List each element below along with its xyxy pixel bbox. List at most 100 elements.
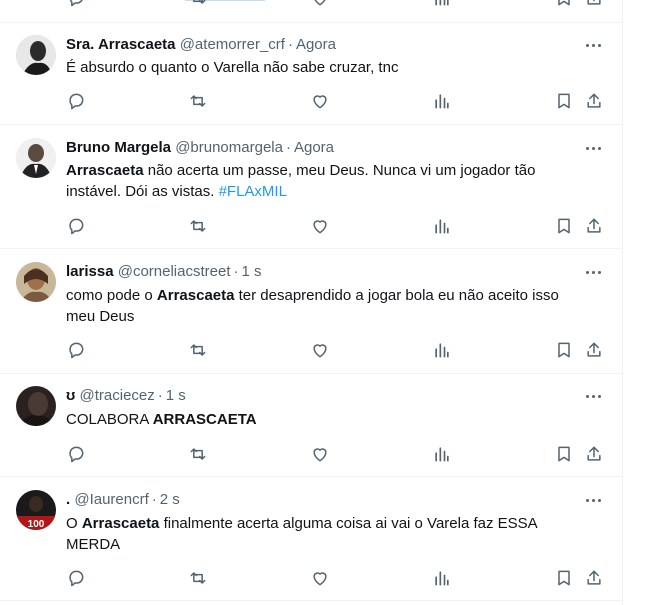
reply-button[interactable]	[66, 568, 86, 588]
separator-dot: ·	[157, 387, 163, 404]
bookmark-button[interactable]	[554, 0, 574, 8]
display-name[interactable]: larissa	[66, 263, 114, 280]
like-button[interactable]	[310, 340, 330, 360]
retweet-button[interactable]	[188, 444, 208, 464]
retweet-icon	[188, 340, 208, 360]
share-icon	[584, 91, 604, 111]
tweet-text: como pode o Arrascaeta ter desaprendido …	[66, 287, 559, 325]
reply-button[interactable]	[66, 216, 86, 236]
reply-button[interactable]	[66, 0, 86, 8]
tweet-header: larissa @corneliacstreet · 1 s	[66, 262, 262, 282]
bookmark-button[interactable]	[554, 340, 574, 360]
like-button[interactable]	[310, 444, 330, 464]
timestamp[interactable]: 1 s	[166, 387, 186, 404]
views-button[interactable]	[432, 568, 452, 588]
tweet[interactable]: larissa @corneliacstreet · 1 s como pode o…	[0, 249, 622, 374]
bookmark-icon	[554, 216, 574, 236]
retweet-button[interactable]	[188, 340, 208, 360]
tweet-actions	[66, 216, 606, 236]
views-button[interactable]	[432, 216, 452, 236]
like-button[interactable]	[310, 0, 330, 8]
timestamp[interactable]: Agora	[294, 139, 334, 156]
tweet-header: Sra. Arrascaeta @atemorrer_crf · Agora	[66, 35, 336, 55]
retweet-icon	[188, 568, 208, 588]
tweet-actions	[66, 91, 606, 111]
user-handle[interactable]: @Iaurencrf	[74, 491, 148, 508]
views-icon	[432, 91, 452, 111]
timestamp[interactable]: Agora	[296, 36, 336, 53]
retweet-button[interactable]	[188, 0, 208, 8]
timestamp[interactable]: 1 s	[242, 263, 262, 280]
tweet-text: Arrascaeta não acerta um passe, meu Deus…	[66, 162, 536, 200]
user-handle[interactable]: @traciecez	[80, 387, 155, 404]
bookmark-icon	[554, 340, 574, 360]
bookmark-button[interactable]	[554, 444, 574, 464]
reply-icon	[66, 91, 86, 111]
display-name[interactable]: .	[66, 491, 70, 508]
display-name[interactable]: Bruno Margela	[66, 139, 171, 156]
bookmark-button[interactable]	[554, 568, 574, 588]
reply-button[interactable]	[66, 444, 86, 464]
avatar-image: 100	[16, 490, 56, 530]
share-button[interactable]	[584, 91, 604, 111]
hashtag-link[interactable]: #FLAxMIL	[219, 183, 287, 200]
share-button[interactable]	[584, 568, 604, 588]
user-handle[interactable]: @brunomargela	[175, 139, 283, 156]
tweet[interactable]: ʊ @traciecez · 1 s COLABORA ARRASCAETA	[0, 374, 622, 477]
display-name[interactable]: ʊ	[66, 387, 75, 404]
like-button[interactable]	[310, 91, 330, 111]
timestamp[interactable]: 2 s	[160, 491, 180, 508]
share-button[interactable]	[584, 216, 604, 236]
share-button[interactable]	[584, 0, 604, 8]
like-icon	[310, 216, 330, 236]
more-options-button[interactable]	[584, 35, 604, 55]
retweet-button[interactable]	[188, 568, 208, 588]
tweet[interactable]: 100 . @Iaurencrf · 2 s O Arrascaeta finalm…	[0, 477, 622, 601]
avatar[interactable]	[16, 35, 56, 75]
views-button[interactable]	[432, 340, 452, 360]
like-icon	[310, 91, 330, 111]
user-handle[interactable]: @corneliacstreet	[118, 263, 231, 280]
views-button[interactable]	[432, 444, 452, 464]
retweet-button[interactable]	[188, 91, 208, 111]
retweet-button[interactable]	[188, 216, 208, 236]
more-options-button[interactable]	[584, 138, 604, 158]
separator-dot: ·	[285, 139, 291, 156]
avatar[interactable]	[16, 262, 56, 302]
avatar-image	[16, 35, 56, 75]
like-icon	[310, 0, 330, 8]
avatar[interactable]	[16, 386, 56, 426]
views-icon	[432, 444, 452, 464]
avatar[interactable]	[16, 138, 56, 178]
bookmark-button[interactable]	[554, 91, 574, 111]
reply-icon	[66, 0, 86, 8]
more-icon	[586, 147, 589, 150]
avatar-image	[16, 386, 56, 426]
more-options-button[interactable]	[584, 262, 604, 282]
bookmark-icon	[554, 91, 574, 111]
tweet-actions	[66, 568, 606, 588]
share-button[interactable]	[584, 444, 604, 464]
views-button[interactable]	[432, 91, 452, 111]
reply-button[interactable]	[66, 91, 86, 111]
more-options-button[interactable]	[584, 490, 604, 510]
tweet[interactable]: Bruno Margela @brunomargela · Agora Arrasc…	[0, 125, 622, 249]
user-handle[interactable]: @atemorrer_crf	[180, 36, 285, 53]
share-button[interactable]	[584, 340, 604, 360]
views-icon	[432, 0, 452, 8]
tweet[interactable]: Sra. Arrascaeta @atemorrer_crf · Agora É a…	[0, 23, 622, 125]
views-button[interactable]	[432, 0, 452, 8]
more-icon	[586, 395, 589, 398]
more-options-button[interactable]	[584, 386, 604, 406]
bookmark-button[interactable]	[554, 216, 574, 236]
avatar[interactable]: 100	[16, 490, 56, 530]
tweet-text: É absurdo o quanto o Varella não sabe cr…	[66, 59, 399, 76]
display-name[interactable]: Sra. Arrascaeta	[66, 36, 176, 53]
views-icon	[432, 568, 452, 588]
retweet-icon	[188, 216, 208, 236]
like-button[interactable]	[310, 216, 330, 236]
tweet-text: COLABORA ARRASCAETA	[66, 411, 257, 428]
reply-button[interactable]	[66, 340, 86, 360]
timeline-feed: Sra. Arrascaeta @atemorrer_crf · Agora É a…	[0, 0, 623, 605]
like-button[interactable]	[310, 568, 330, 588]
